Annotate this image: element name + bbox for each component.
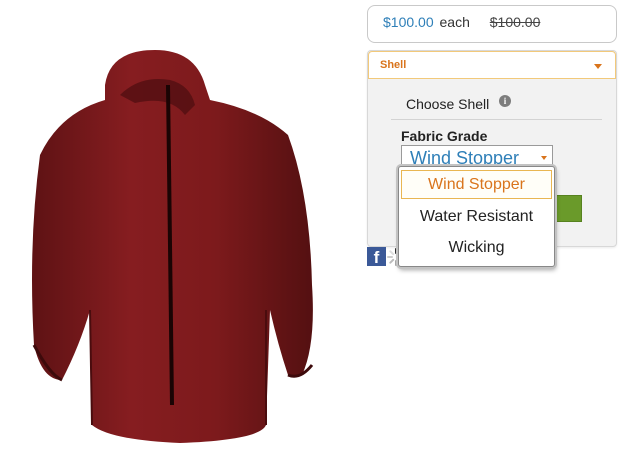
option-wicking[interactable]: Wicking (401, 233, 552, 262)
original-price: $100.00 (489, 14, 541, 30)
jacket-product-image (32, 50, 314, 443)
choose-shell-label: Choose Shell (406, 96, 490, 112)
add-to-cart-button[interactable] (553, 195, 582, 222)
option-wind-stopper[interactable]: Wind Stopper (401, 170, 552, 199)
option-water-resistant[interactable]: Water Resistant (401, 202, 552, 231)
divider (391, 119, 602, 120)
shell-panel-header[interactable]: Shell (368, 51, 616, 79)
fabric-grade-dropdown-list: Wind Stopper Water Resistant Wicking (398, 166, 555, 267)
shell-panel-title: Shell (380, 59, 407, 71)
select-caret-icon (541, 156, 547, 160)
price-unit: each (439, 14, 470, 30)
chevron-down-icon[interactable] (594, 64, 602, 69)
info-icon[interactable]: i (499, 95, 511, 107)
price-box: $100.00 each $100.00 (367, 5, 617, 43)
facebook-icon[interactable]: f (367, 247, 386, 267)
current-price: $100.00 (383, 14, 434, 30)
fabric-grade-label: Fabric Grade (401, 128, 488, 144)
